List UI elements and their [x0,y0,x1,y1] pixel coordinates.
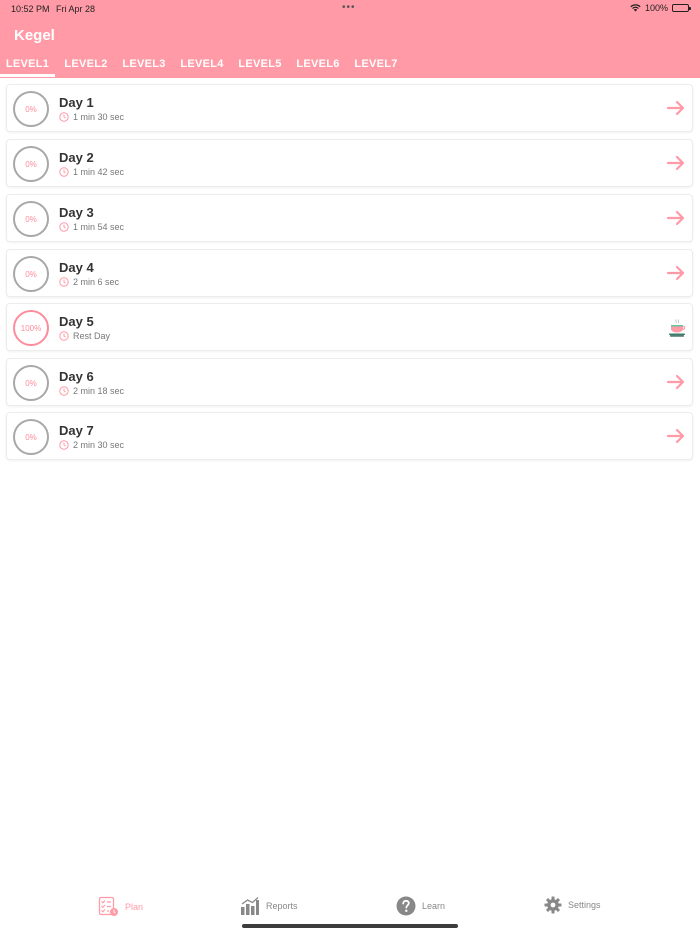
nav-reports[interactable]: Reports [240,896,298,916]
day-duration: 2 min 6 sec [59,277,119,287]
level-tabs: LEVEL1 LEVEL2 LEVEL3 LEVEL4 LEVEL5 LEVEL… [0,50,700,78]
status-date: Fri Apr 28 [56,4,96,14]
day-duration: 2 min 18 sec [59,386,124,396]
arrow-right-icon[interactable] [666,208,686,228]
progress-ring: 0% [13,256,49,292]
duration-text: Rest Day [73,331,111,341]
progress-ring: 100% [13,310,49,346]
duration-text: 1 min 30 sec [73,112,125,122]
day-card-2[interactable]: 0% Day 2 1 min 42 sec [6,139,693,187]
arrow-right-icon[interactable] [666,263,686,283]
arrow-right-icon[interactable] [666,98,686,118]
app-header: 10:52 PM Fri Apr 28 ••• 100% Kegel LEVEL… [0,0,700,78]
clock-icon [59,277,69,287]
multitasking-dots-icon[interactable]: ••• [342,2,356,13]
status-time: 10:52 PM [11,4,50,14]
nav-learn-label: Learn [422,901,446,911]
day-card-3[interactable]: 0% Day 3 1 min 54 sec [6,194,693,242]
day-title: Day 6 [59,369,94,384]
day-card-7[interactable]: 0% Day 7 2 min 30 sec [6,412,693,460]
day-duration: 1 min 30 sec [59,112,124,122]
plan-checklist-icon [98,896,118,916]
nav-settings-label: Settings [568,900,601,910]
home-indicator[interactable] [242,924,458,928]
progress-ring: 0% [13,365,49,401]
day-card-1[interactable]: 0% Day 1 1 min 30 sec [6,84,693,132]
clock-icon [59,386,69,396]
duration-text: 1 min 42 sec [73,167,125,177]
day-duration: 2 min 30 sec [59,440,124,450]
status-bar: 10:52 PM Fri Apr 28 ••• 100% [0,0,700,17]
day-card-6[interactable]: 0% Day 6 2 min 18 sec [6,358,693,406]
app-title: Kegel [14,27,55,44]
reports-chart-icon [241,897,259,915]
day-card-5[interactable]: 100% Day 5 Rest Day [6,303,693,351]
clock-icon [59,331,69,341]
progress-ring: 0% [13,201,49,237]
nav-learn[interactable]: Learn [396,896,445,916]
battery-icon [672,4,691,12]
arrow-right-icon[interactable] [666,372,686,392]
nav-settings[interactable]: Settings [544,896,601,914]
clock-icon [59,440,69,450]
nav-plan[interactable]: Plan [98,896,143,917]
nav-reports-label: Reports [266,901,298,911]
day-title: Day 4 [59,260,94,275]
duration-text: 2 min 18 sec [73,386,125,396]
tab-level7[interactable]: LEVEL7 [350,50,402,78]
progress-ring: 0% [13,91,49,127]
day-title: Day 1 [59,95,94,110]
tab-level2[interactable]: LEVEL2 [60,50,112,78]
day-duration: Rest Day [59,331,110,341]
battery-percent: 100% [644,3,668,13]
duration-text: 2 min 6 sec [73,277,120,287]
clock-icon [59,222,69,232]
day-title: Day 2 [59,150,94,165]
coffee-cup-icon [669,319,686,337]
progress-ring: 0% [13,146,49,182]
arrow-right-icon[interactable] [666,153,686,173]
tab-indicator [0,74,55,77]
tab-level6[interactable]: LEVEL6 [292,50,344,78]
day-duration: 1 min 42 sec [59,167,124,177]
day-duration: 1 min 54 sec [59,222,124,232]
tab-level3[interactable]: LEVEL3 [118,50,170,78]
day-card-4[interactable]: 0% Day 4 2 min 6 sec [6,249,693,297]
arrow-right-icon[interactable] [666,426,686,446]
progress-ring: 0% [13,419,49,455]
gear-icon [544,896,562,914]
status-right: 100% [630,3,691,13]
tab-level5[interactable]: LEVEL5 [234,50,286,78]
day-title: Day 7 [59,423,94,438]
day-title: Day 3 [59,205,94,220]
clock-icon [59,167,69,177]
day-title: Day 5 [59,314,94,329]
nav-plan-label: Plan [125,901,144,912]
bottom-tab-bar: Plan Reports Learn Settings [0,880,700,934]
tab-level4[interactable]: LEVEL4 [176,50,228,78]
help-question-icon [396,896,416,916]
duration-text: 1 min 54 sec [73,222,125,232]
duration-text: 2 min 30 sec [73,440,125,450]
clock-icon [59,112,69,122]
wifi-icon [630,4,641,12]
